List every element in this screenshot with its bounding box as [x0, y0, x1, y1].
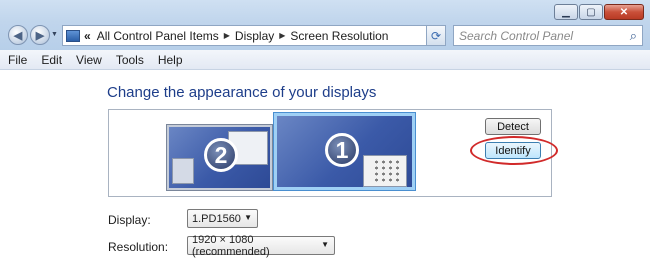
monitor-2-window-thumbnail: [172, 158, 194, 184]
maximize-icon[interactable]: ▢: [579, 4, 603, 20]
display-label: Display:: [108, 213, 151, 227]
search-input[interactable]: Search Control Panel ⌕: [453, 25, 643, 46]
chevron-down-icon: ▼: [321, 240, 329, 249]
display-select-value: 1.PD1560: [192, 212, 241, 225]
back-arrow-icon[interactable]: ◀: [8, 25, 28, 45]
chevron-down-icon: ▼: [244, 213, 252, 222]
breadcrumb-separator-icon[interactable]: ▶: [279, 31, 285, 40]
recent-pages-dropdown-icon[interactable]: ▼: [51, 31, 58, 38]
search-placeholder: Search Control Panel: [459, 28, 574, 43]
menu-tools[interactable]: Tools: [108, 53, 150, 67]
resolution-select-value: 1920 × 1080 (recommended): [192, 233, 270, 258]
address-bar[interactable]: « All Control Panel Items ▶ Display ▶ Sc…: [62, 25, 444, 46]
menu-view[interactable]: View: [68, 53, 108, 67]
close-icon[interactable]: ✕: [604, 4, 644, 20]
highlight-circle: [470, 136, 558, 165]
forward-arrow-icon[interactable]: ▶: [30, 25, 50, 45]
monitor-number-badge: 2: [204, 138, 238, 172]
monitor-number-badge: 1: [325, 133, 359, 167]
menu-help[interactable]: Help: [150, 53, 189, 67]
detect-button[interactable]: Detect: [485, 118, 541, 135]
address-overflow[interactable]: «: [84, 29, 91, 43]
refresh-icon[interactable]: ⟳: [426, 25, 446, 46]
window-titlebar: ▁ ▢ ✕ ◀ ▶ ▼ « All Control Panel Items ▶ …: [0, 0, 650, 51]
resolution-label: Resolution:: [108, 240, 169, 254]
resolution-select[interactable]: 1920 × 1080 (recommended) ▼: [187, 233, 335, 258]
breadcrumb-screen-resolution[interactable]: Screen Resolution: [290, 29, 388, 43]
breadcrumb-all-control-panel-items[interactable]: All Control Panel Items: [97, 29, 219, 43]
minimize-icon[interactable]: ▁: [554, 4, 578, 20]
search-icon[interactable]: ⌕: [630, 28, 637, 44]
menu-bar: File Edit View Tools Help: [0, 50, 650, 70]
menu-file[interactable]: File: [0, 53, 33, 67]
menu-edit[interactable]: Edit: [33, 53, 68, 67]
display-select[interactable]: 1.PD1560 ▼: [187, 209, 258, 228]
window-controls: ▁ ▢ ✕: [554, 4, 644, 20]
control-panel-icon: [66, 29, 80, 42]
page-title: Change the appearance of your displays: [107, 84, 377, 101]
breadcrumb-separator-icon[interactable]: ▶: [224, 31, 230, 40]
breadcrumb-display[interactable]: Display: [235, 29, 274, 43]
grid-thumbnail-icon: [373, 159, 403, 183]
